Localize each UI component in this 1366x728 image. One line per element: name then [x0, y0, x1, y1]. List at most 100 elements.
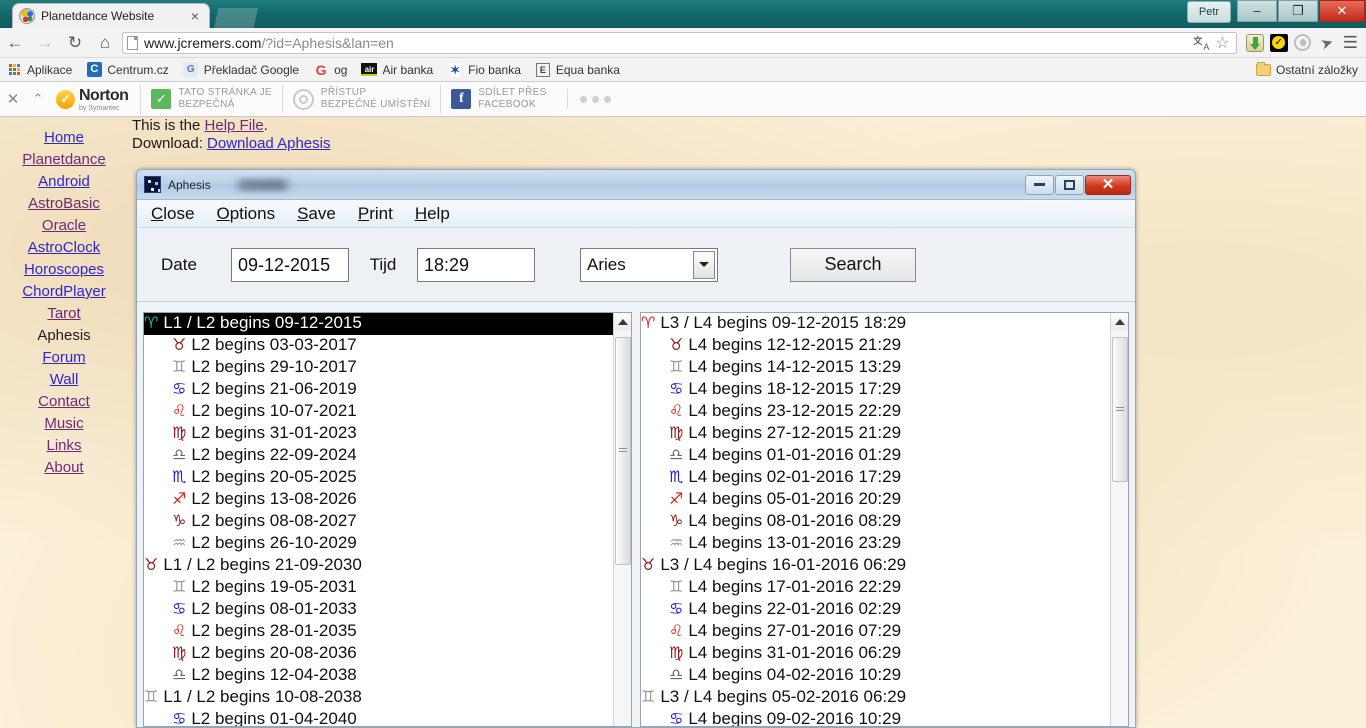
sidebar-item-tarot[interactable]: Tarot — [0, 303, 128, 325]
close-button[interactable]: ✕ — [1319, 0, 1365, 22]
user-profile-button[interactable]: Petr — [1187, 1, 1231, 23]
list-item[interactable]: ♋ L2 begins 21-06-2019 — [144, 379, 613, 401]
list-item[interactable]: ♋ L2 begins 01-04-2040 — [144, 709, 613, 726]
browser-menu-icon[interactable]: ☰ — [1339, 33, 1366, 53]
help-file-link[interactable]: Help File — [205, 117, 264, 134]
list-item[interactable]: ♍ L4 begins 31-01-2016 06:29 — [641, 643, 1110, 665]
browser-tab[interactable]: Planetdance Website × — [12, 3, 210, 28]
sidebar-item-android[interactable]: Android — [0, 171, 128, 193]
home-icon[interactable]: ⌂ — [90, 28, 120, 58]
list-item[interactable]: ♌ L4 begins 23-12-2015 22:29 — [641, 401, 1110, 423]
aphesis-titlebar[interactable]: Aphesis ✕ — [137, 170, 1135, 200]
norton-close-icon[interactable]: ✕ — [0, 90, 26, 108]
new-tab-button[interactable] — [214, 8, 258, 28]
download-manager-icon[interactable] — [1243, 31, 1267, 55]
scroll-up-icon[interactable] — [614, 313, 631, 330]
list-item[interactable]: ♒ L4 begins 13-01-2016 23:29 — [641, 533, 1110, 555]
sidebar-item-contact[interactable]: Contact — [0, 391, 128, 413]
scrollbar-thumb[interactable] — [615, 337, 631, 565]
right-results-pane[interactable]: ♈ L3 / L4 begins 09-12-2015 18:29 ♉ L4 beg… — [640, 312, 1129, 727]
list-item[interactable]: ♉ L2 begins 03-03-2017 — [144, 335, 613, 357]
sidebar-item-planetdance[interactable]: Planetdance — [0, 149, 128, 171]
search-button[interactable]: Search — [790, 247, 916, 282]
menu-item-print[interactable]: Print — [358, 204, 393, 224]
list-item[interactable]: ♊ L3 / L4 begins 05-02-2016 06:29 — [641, 687, 1110, 709]
tab-close-icon[interactable]: × — [187, 9, 203, 23]
menu-item-save[interactable]: Save — [297, 204, 336, 224]
norton-more-dots-icon[interactable] — [566, 89, 611, 109]
list-item[interactable]: ♎ L2 begins 22-09-2024 — [144, 445, 613, 467]
bookmark-og[interactable]: G og — [313, 62, 348, 78]
list-item[interactable]: ♋ L4 begins 18-12-2015 17:29 — [641, 379, 1110, 401]
list-item[interactable]: ♒ L2 begins 26-10-2029 — [144, 533, 613, 555]
menu-item-options[interactable]: Options — [216, 204, 275, 224]
menu-item-help[interactable]: Help — [415, 204, 450, 224]
time-input[interactable]: 18:29 — [417, 247, 535, 282]
sidebar-item-oracle[interactable]: Oracle — [0, 215, 128, 237]
restore-button[interactable]: ❐ — [1278, 0, 1318, 22]
list-item[interactable]: ♐ L4 begins 05-01-2016 20:29 — [641, 489, 1110, 511]
list-item[interactable]: ♊ L2 begins 29-10-2017 — [144, 357, 613, 379]
sidebar-item-about[interactable]: About — [0, 457, 128, 479]
aphesis-minimize-button[interactable] — [1025, 174, 1054, 195]
aphesis-close-button[interactable]: ✕ — [1085, 174, 1131, 195]
bookmark-google-translate[interactable]: G Překladač Google — [183, 62, 299, 78]
list-item[interactable]: ♊ L2 begins 19-05-2031 — [144, 577, 613, 599]
sidebar-item-astrobasic[interactable]: AstroBasic — [0, 193, 128, 215]
list-item[interactable]: ♈ L1 / L2 begins 09-12-2015 — [144, 313, 613, 335]
list-item[interactable]: ♉ L3 / L4 begins 16-01-2016 06:29 — [641, 555, 1110, 577]
list-item[interactable]: ♍ L4 begins 27-12-2015 21:29 — [641, 423, 1110, 445]
list-item[interactable]: ♋ L4 begins 22-01-2016 02:29 — [641, 599, 1110, 621]
translate-icon[interactable]: 文A — [1193, 35, 1209, 52]
norton-facebook-share-segment[interactable]: f SDÍLET PŘES FACEBOOK — [440, 85, 556, 113]
list-item[interactable]: ♊ L4 begins 17-01-2016 22:29 — [641, 577, 1110, 599]
other-bookmarks-button[interactable]: Ostatní záložky — [1255, 61, 1358, 77]
sidebar-item-wall[interactable]: Wall — [0, 369, 128, 391]
sidebar-item-chordplayer[interactable]: ChordPlayer — [0, 281, 128, 303]
bookmark-fio-banka[interactable]: ✶ Fio banka — [447, 62, 521, 78]
minimize-button[interactable]: – — [1237, 0, 1277, 22]
norton-secure-location-segment[interactable]: PŘÍSTUP BEZPEČNÉ UMÍSTĚNÍ — [281, 85, 441, 113]
reload-icon[interactable]: ↻ — [60, 28, 90, 58]
list-item[interactable]: ♌ L2 begins 10-07-2021 — [144, 401, 613, 423]
sidebar-item-home[interactable]: Home — [0, 127, 128, 149]
menu-item-close[interactable]: Close — [151, 204, 194, 224]
list-item[interactable]: ♎ L2 begins 12-04-2038 — [144, 665, 613, 687]
list-item[interactable]: ♏ L4 begins 02-01-2016 17:29 — [641, 467, 1110, 489]
list-item[interactable]: ♑ L4 begins 08-01-2016 08:29 — [641, 511, 1110, 533]
list-item[interactable]: ♎ L4 begins 01-01-2016 01:29 — [641, 445, 1110, 467]
list-item[interactable]: ♌ L4 begins 27-01-2016 07:29 — [641, 621, 1110, 643]
list-item[interactable]: ♊ L4 begins 14-12-2015 13:29 — [641, 357, 1110, 379]
norton-extension-icon[interactable]: ✓ — [1267, 31, 1291, 55]
bookmark-air-banka[interactable]: air Air banka — [361, 62, 433, 78]
sidebar-item-forum[interactable]: Forum — [0, 347, 128, 369]
bookmark-equa-banka[interactable]: E Equa banka — [535, 62, 620, 78]
bookmark-centrum[interactable]: C Centrum.cz — [86, 62, 169, 78]
sidebar-item-horoscopes[interactable]: Horoscopes — [0, 259, 128, 281]
list-item[interactable]: ♏ L2 begins 20-05-2025 — [144, 467, 613, 489]
download-aphesis-link[interactable]: Download Aphesis — [207, 135, 330, 152]
page-info-icon[interactable] — [127, 35, 138, 50]
send-extension-icon[interactable]: ➤ — [1312, 27, 1342, 57]
list-item[interactable]: ♊ L1 / L2 begins 10-08-2038 — [144, 687, 613, 709]
norton-collapse-icon[interactable]: ⌃ — [26, 91, 50, 107]
forward-icon[interactable]: → — [30, 28, 60, 58]
scroll-up-icon[interactable] — [1111, 313, 1128, 330]
right-pane-scrollbar[interactable] — [1110, 313, 1128, 726]
left-results-pane[interactable]: ♈ L1 / L2 begins 09-12-2015 ♉ L2 begins 03… — [143, 312, 632, 727]
sidebar-item-astroclock[interactable]: AstroClock — [0, 237, 128, 259]
list-item[interactable]: ♍ L2 begins 31-01-2023 — [144, 423, 613, 445]
sidebar-item-links[interactable]: Links — [0, 435, 128, 457]
list-item[interactable]: ♋ L2 begins 08-01-2033 — [144, 599, 613, 621]
aphesis-maximize-button[interactable] — [1055, 174, 1084, 195]
date-input[interactable]: 09-12-2015 — [231, 247, 349, 282]
list-item[interactable]: ♍ L2 begins 20-08-2036 — [144, 643, 613, 665]
chevron-down-icon[interactable] — [693, 250, 715, 279]
bookmark-apps[interactable]: Aplikace — [6, 62, 72, 78]
privacy-extension-icon[interactable] — [1291, 31, 1315, 55]
list-item[interactable]: ♋ L4 begins 09-02-2016 10:29 — [641, 709, 1110, 726]
list-item[interactable]: ♉ L1 / L2 begins 21-09-2030 — [144, 555, 613, 577]
norton-site-safe-segment[interactable]: ✓ TATO STRÁNKA JE BEZPEČNÁ — [140, 85, 281, 113]
list-item[interactable]: ♐ L2 begins 13-08-2026 — [144, 489, 613, 511]
list-item[interactable]: ♌ L2 begins 28-01-2035 — [144, 621, 613, 643]
